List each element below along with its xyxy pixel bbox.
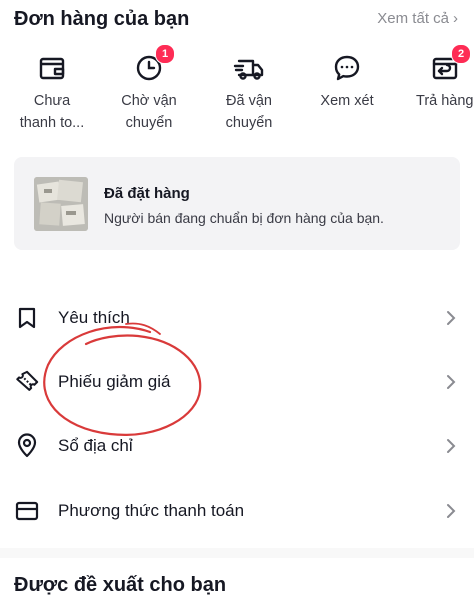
menu-item-label: Phương thức thanh toán [58,501,245,520]
menu-item-payment-methods[interactable]: Phương thức thanh toán [0,481,474,541]
view-all-orders-link[interactable]: Xem tất cả › [377,10,458,27]
truck-icon [229,48,269,88]
menu-item-vouchers[interactable]: Phiếu giảm giá [0,352,474,412]
order-status-subtitle: Người bán đang chuẩn bị đơn hàng của bạn… [104,210,384,226]
status-label-line1: Xem xét [320,93,374,109]
product-thumbnail [34,177,88,231]
view-all-label: Xem tất cả [377,10,449,27]
menu-item-label: Yêu thích [58,308,130,327]
status-label-line1: Chờ vận [121,93,177,109]
card-icon [15,499,39,523]
coupon-icon [15,370,39,394]
menu-item-label: Sổ địa chỉ [58,436,133,455]
status-shipped[interactable]: Đã vận chuyển [199,48,299,134]
menu-item-favorites[interactable]: Yêu thích [0,288,474,348]
chevron-right-icon [447,504,456,518]
return-box-icon: 2 [425,44,471,88]
orders-section-title: Đơn hàng của bạn [14,8,190,30]
status-label-line1: Trả hàng [416,93,474,109]
status-review[interactable]: Xem xét [297,48,397,112]
latest-order-card[interactable]: Đã đặt hàng Người bán đang chuẩn bị đơn … [14,157,460,250]
menu-item-label: Phiếu giảm giá [58,372,171,391]
chevron-right-icon [447,439,456,453]
clock-icon: 1 [129,44,175,88]
recommended-section-title: Được đề xuất cho bạn [14,574,227,596]
status-label-line1: Đã vận [226,93,272,109]
status-awaiting-shipment[interactable]: 1 Chờ vận chuyển [99,44,199,134]
status-label-line2: chuyển [125,115,173,131]
badge-count: 1 [155,44,175,64]
status-returns[interactable]: 2 Trả hàng [395,44,474,112]
section-divider [0,548,474,558]
chat-bubble-icon [327,48,367,88]
chevron-right-icon: › [453,10,458,27]
status-label-line2: thanh to... [19,115,85,131]
status-label-line1: Chưa [33,93,71,109]
wallet-icon [32,48,72,88]
status-label-line2: chuyển [225,115,273,131]
menu-item-address-book[interactable]: Sổ địa chỉ [0,416,474,476]
badge-count: 2 [451,44,471,64]
location-pin-icon [15,433,39,458]
order-status-row: Chưa thanh to... 1 Chờ vận chuyển Đã vận… [0,44,474,138]
chevron-right-icon [447,311,456,325]
chevron-right-icon [447,375,456,389]
bookmark-icon [15,306,39,330]
status-unpaid[interactable]: Chưa thanh to... [2,48,102,134]
order-status-title: Đã đặt hàng [104,185,190,202]
